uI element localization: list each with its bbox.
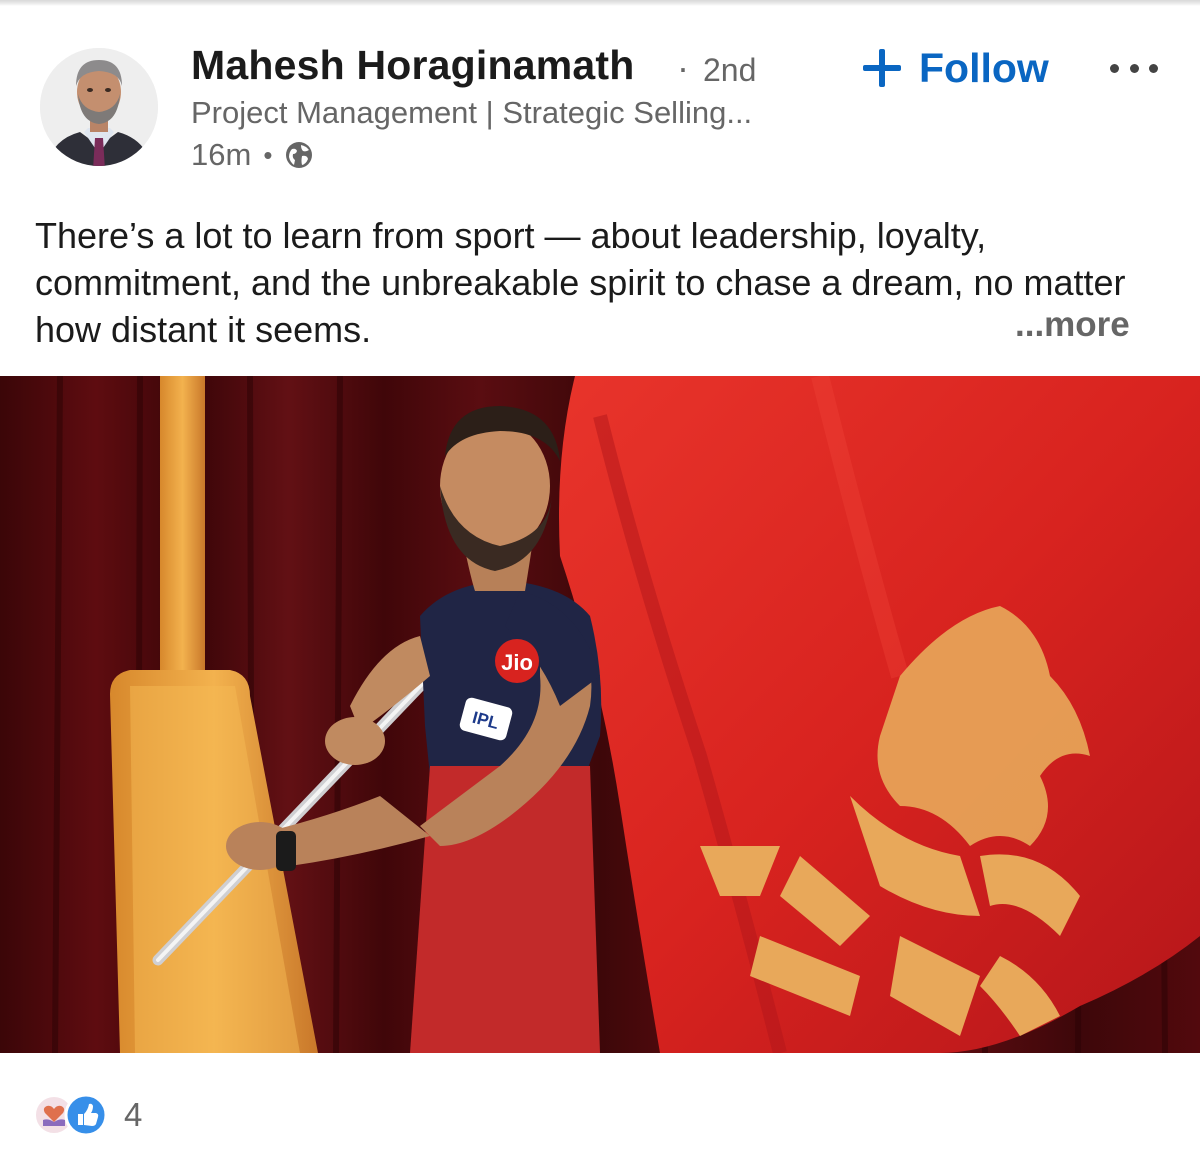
separator-dot: · bbox=[677, 47, 689, 88]
globe-icon bbox=[286, 142, 313, 168]
post-time: 16m bbox=[191, 137, 252, 172]
follow-label: Follow bbox=[919, 44, 1049, 91]
reaction-count: 4 bbox=[124, 1096, 143, 1133]
reactions-summary[interactable]: 4 bbox=[34, 1093, 142, 1137]
connection-degree: 2nd bbox=[703, 52, 757, 88]
see-more-link[interactable]: ...more bbox=[1015, 305, 1130, 345]
more-options-icon[interactable] bbox=[1110, 58, 1158, 78]
feed-divider bbox=[0, 0, 1200, 6]
linkedin-post: Mahesh Horaginamath · 2nd Follow Project… bbox=[0, 0, 1200, 1153]
author-headline: Project Management | Strategic Selling..… bbox=[191, 95, 753, 130]
plus-icon bbox=[863, 49, 901, 87]
author-avatar[interactable] bbox=[40, 42, 158, 172]
author-name[interactable]: Mahesh Horaginamath bbox=[191, 42, 635, 89]
jersey-badge-text: Jio bbox=[501, 650, 533, 675]
post-body-text: There’s a lot to learn from sport — abou… bbox=[35, 215, 1126, 350]
follow-button[interactable]: Follow bbox=[863, 42, 1063, 94]
separator-dot: • bbox=[263, 139, 273, 170]
post-meta: 16m • bbox=[191, 137, 314, 173]
post-photo[interactable]: Jio IPL bbox=[0, 376, 1200, 1053]
reaction-icons bbox=[34, 1093, 112, 1137]
like-reaction-icon bbox=[64, 1093, 108, 1137]
